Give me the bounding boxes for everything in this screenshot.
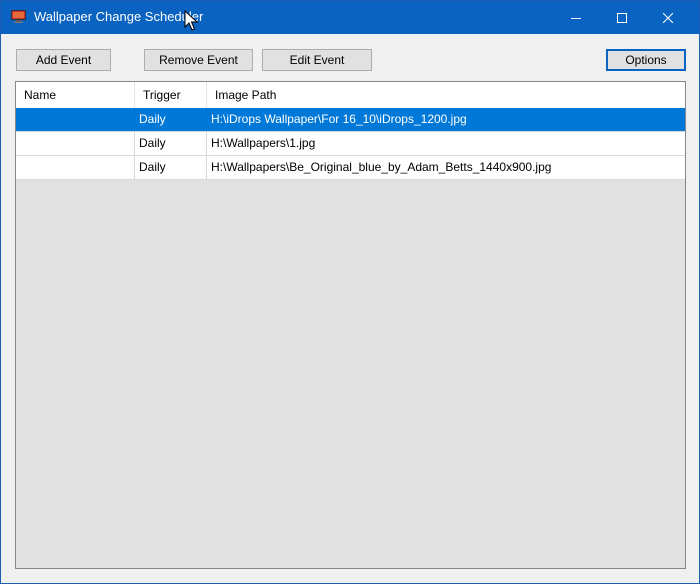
list-row[interactable]: Daily H:\Wallpapers\1.jpg: [16, 132, 685, 156]
options-button[interactable]: Options: [606, 49, 686, 71]
edit-event-button[interactable]: Edit Event: [262, 49, 372, 71]
cell-image-path: H:\iDrops Wallpaper\For 16_10\iDrops_120…: [211, 112, 467, 126]
cell-trigger: Daily: [135, 132, 207, 155]
cell-name: [16, 108, 135, 131]
title-bar[interactable]: Wallpaper Change Scheduler: [1, 1, 699, 34]
column-header-image-path[interactable]: Image Path: [207, 82, 685, 108]
minimize-button[interactable]: [553, 1, 599, 34]
mouse-cursor-icon: [184, 9, 199, 32]
cell-trigger: Daily: [135, 108, 207, 131]
app-window: Wallpaper Change Scheduler Add Event Rem…: [0, 0, 700, 584]
list-rows: Daily H:\iDrops Wallpaper\For 16_10\iDro…: [16, 108, 685, 180]
list-row[interactable]: Daily H:\Wallpapers\Be_Original_blue_by_…: [16, 156, 685, 180]
cell-trigger: Daily: [135, 156, 207, 179]
cell-image-path: H:\Wallpapers\Be_Original_blue_by_Adam_B…: [211, 160, 552, 174]
window-title: Wallpaper Change Scheduler: [34, 9, 204, 24]
cell-name: [16, 156, 135, 179]
maximize-icon: [617, 12, 627, 23]
cell-name: [16, 132, 135, 155]
add-event-button[interactable]: Add Event: [16, 49, 111, 71]
maximize-button[interactable]: [599, 1, 645, 34]
column-header-trigger[interactable]: Trigger: [135, 82, 207, 108]
list-row[interactable]: Daily H:\iDrops Wallpaper\For 16_10\iDro…: [16, 108, 685, 132]
column-header-name[interactable]: Name: [16, 82, 135, 108]
monitor-icon: [11, 10, 26, 23]
events-list-view[interactable]: Name Trigger Image Path Daily H:\iDrops …: [15, 81, 686, 569]
remove-event-button[interactable]: Remove Event: [144, 49, 253, 71]
minimize-icon: [571, 13, 581, 23]
cell-image-path: H:\Wallpapers\1.jpg: [211, 136, 316, 150]
close-button[interactable]: [645, 1, 691, 34]
close-icon: [663, 12, 673, 23]
list-header: Name Trigger Image Path: [16, 82, 685, 109]
